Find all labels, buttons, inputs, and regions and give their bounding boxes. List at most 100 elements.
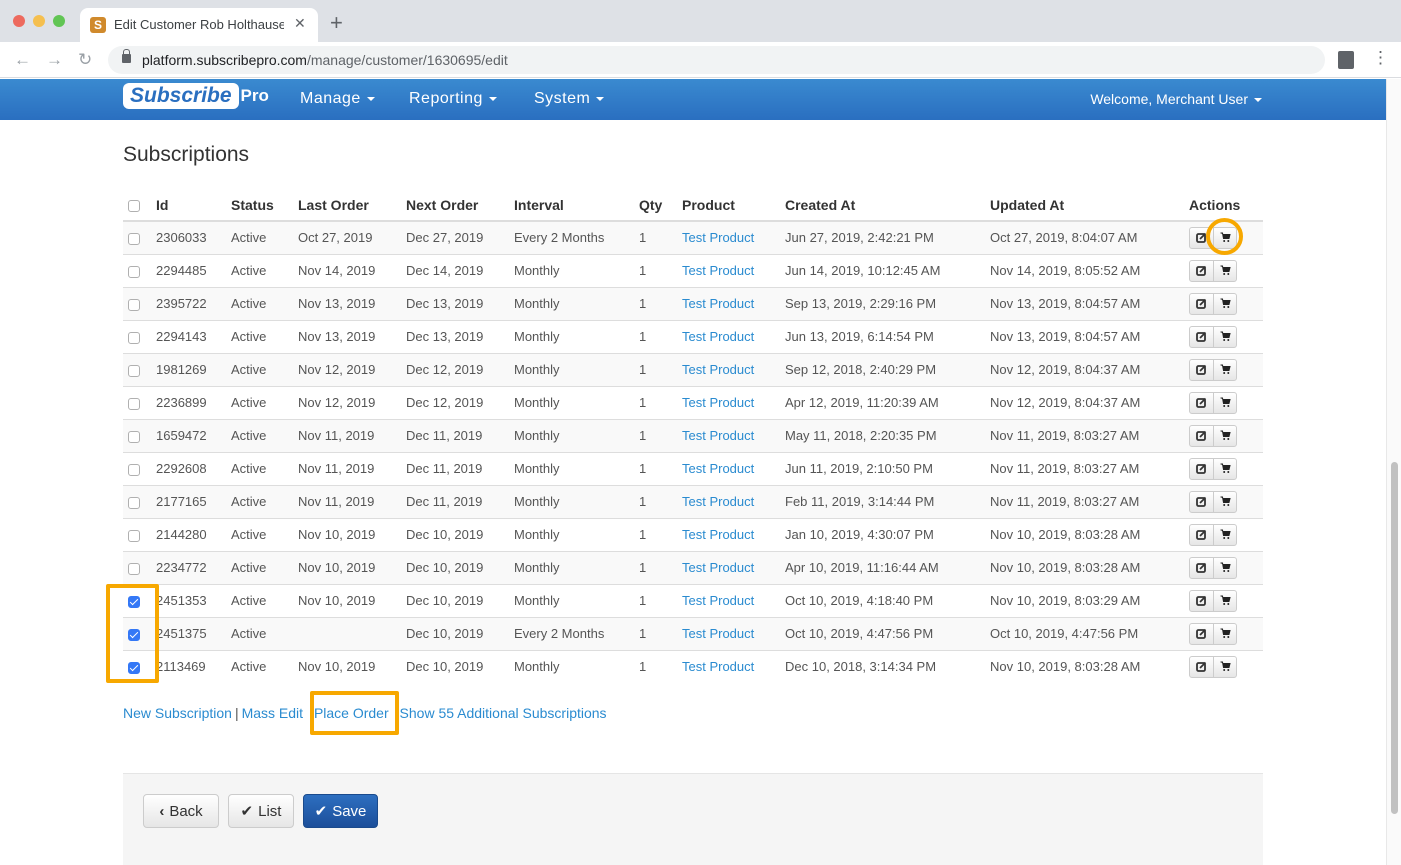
page-scrollbar[interactable] <box>1386 79 1401 865</box>
back-button[interactable]: ‹ Back <box>143 794 219 828</box>
product-link[interactable]: Test Product <box>682 461 754 476</box>
row-select-checkbox[interactable] <box>128 496 140 509</box>
row-select-checkbox[interactable] <box>128 364 140 377</box>
minimize-window-button[interactable] <box>33 15 45 27</box>
edit-subscription-button[interactable] <box>1190 525 1213 545</box>
place-order-button[interactable] <box>1213 623 1236 644</box>
row-select-checkbox[interactable] <box>128 397 140 410</box>
cell-updated-at: Nov 10, 2019, 8:03:28 AM <box>990 649 1189 683</box>
edit-subscription-button[interactable] <box>1190 459 1213 479</box>
row-select-checkbox[interactable] <box>128 430 140 443</box>
edit-icon <box>1196 628 1207 639</box>
new-tab-icon[interactable]: + <box>330 10 343 36</box>
row-select-checkbox[interactable] <box>128 232 140 245</box>
reload-icon[interactable]: ↻ <box>78 50 92 70</box>
nav-system[interactable]: System <box>534 90 605 108</box>
product-link[interactable]: Test Product <box>682 494 754 509</box>
edit-subscription-button[interactable] <box>1190 591 1213 611</box>
row-select-checkbox[interactable] <box>128 529 140 542</box>
cell-next-order: Dec 10, 2019 <box>406 550 514 584</box>
place-order-button[interactable] <box>1213 590 1236 611</box>
cell-next-order: Dec 10, 2019 <box>406 583 514 617</box>
product-link[interactable]: Test Product <box>682 527 754 542</box>
place-order-button[interactable] <box>1213 227 1236 248</box>
product-link[interactable]: Test Product <box>682 560 754 575</box>
cell-status: Active <box>231 451 298 485</box>
product-link[interactable]: Test Product <box>682 263 754 278</box>
place-order-button[interactable] <box>1213 524 1236 545</box>
address-bar[interactable]: platform.subscribepro.com/manage/custome… <box>108 46 1325 74</box>
row-select-checkbox[interactable] <box>128 595 140 608</box>
edit-subscription-button[interactable] <box>1190 657 1213 677</box>
product-link[interactable]: Test Product <box>682 428 754 443</box>
select-all-checkbox[interactable] <box>128 199 140 212</box>
row-select-checkbox[interactable] <box>128 661 140 674</box>
place-order-button[interactable] <box>1213 392 1236 413</box>
edit-subscription-button[interactable] <box>1190 327 1213 347</box>
row-select-checkbox[interactable] <box>128 463 140 476</box>
place-order-button[interactable] <box>1213 425 1236 446</box>
new-subscription-link[interactable]: New Subscription <box>123 705 232 721</box>
cell-interval: Monthly <box>514 517 639 551</box>
product-link[interactable]: Test Product <box>682 230 754 245</box>
nav-manage[interactable]: Manage <box>300 90 375 108</box>
favicon-icon: S <box>90 17 106 33</box>
place-order-button[interactable] <box>1213 293 1236 314</box>
cell-updated-at: Nov 12, 2019, 8:04:37 AM <box>990 385 1189 419</box>
show-more-subscriptions-link[interactable]: Show 55 Additional Subscriptions <box>400 705 607 721</box>
product-link[interactable]: Test Product <box>682 362 754 377</box>
product-link[interactable]: Test Product <box>682 626 754 641</box>
scrollbar-thumb[interactable] <box>1391 462 1398 814</box>
back-arrow-icon[interactable]: ← <box>14 50 31 70</box>
edit-subscription-button[interactable] <box>1190 228 1213 248</box>
caret-down-icon <box>1254 98 1262 103</box>
edit-subscription-button[interactable] <box>1190 261 1213 281</box>
product-link[interactable]: Test Product <box>682 296 754 311</box>
product-link[interactable]: Test Product <box>682 329 754 344</box>
save-button[interactable]: ✔ Save <box>303 794 378 828</box>
row-select-checkbox[interactable] <box>128 331 140 344</box>
extension-badge-icon[interactable] <box>1338 51 1354 69</box>
row-select-checkbox[interactable] <box>128 298 140 311</box>
product-link[interactable]: Test Product <box>682 395 754 410</box>
cell-id: 2306033 <box>156 220 231 254</box>
edit-subscription-button[interactable] <box>1190 426 1213 446</box>
nav-reporting[interactable]: Reporting <box>409 90 497 108</box>
cell-id: 2234772 <box>156 550 231 584</box>
browser-menu-icon[interactable]: ⋮ <box>1372 49 1389 66</box>
edit-subscription-button[interactable] <box>1190 294 1213 314</box>
product-link[interactable]: Test Product <box>682 659 754 674</box>
place-order-button[interactable] <box>1213 656 1236 677</box>
edit-subscription-button[interactable] <box>1190 360 1213 380</box>
table-row: 2294143 Active Nov 13, 2019 Dec 13, 2019 Mon… <box>123 319 1263 353</box>
row-select-checkbox[interactable] <box>128 628 140 641</box>
cell-id: 2451375 <box>156 616 231 650</box>
place-order-button[interactable] <box>1213 326 1236 347</box>
edit-subscription-button[interactable] <box>1190 393 1213 413</box>
row-select-checkbox[interactable] <box>128 265 140 278</box>
tab-close-icon[interactable]: ✕ <box>294 15 306 32</box>
place-order-button[interactable] <box>1213 260 1236 281</box>
edit-subscription-button[interactable] <box>1190 492 1213 512</box>
edit-subscription-button[interactable] <box>1190 558 1213 578</box>
maximize-window-button[interactable] <box>53 15 65 27</box>
place-order-button[interactable] <box>1213 359 1236 380</box>
cell-last-order: Nov 13, 2019 <box>298 319 406 353</box>
user-menu[interactable]: Welcome, Merchant User <box>1090 91 1262 107</box>
edit-subscription-button[interactable] <box>1190 624 1213 644</box>
close-window-button[interactable] <box>13 15 25 27</box>
tab-title: Edit Customer Rob Holthause | <box>114 17 284 32</box>
browser-tab[interactable]: S Edit Customer Rob Holthause | ✕ <box>80 8 318 42</box>
mass-edit-link[interactable]: Mass Edit <box>242 705 303 721</box>
table-row: 2294485 Active Nov 14, 2019 Dec 14, 2019 Mon… <box>123 253 1263 287</box>
place-order-button[interactable] <box>1213 458 1236 479</box>
place-order-link[interactable]: Place Order <box>314 705 389 721</box>
row-select-checkbox[interactable] <box>128 562 140 575</box>
place-order-button[interactable] <box>1213 557 1236 578</box>
place-order-button[interactable] <box>1213 491 1236 512</box>
row-actions <box>1189 457 1237 480</box>
product-link[interactable]: Test Product <box>682 593 754 608</box>
forward-arrow-icon[interactable]: → <box>46 50 63 70</box>
subscribepro-logo[interactable]: Subscribe Pro <box>123 83 269 115</box>
list-button[interactable]: ✔ List <box>228 794 294 828</box>
